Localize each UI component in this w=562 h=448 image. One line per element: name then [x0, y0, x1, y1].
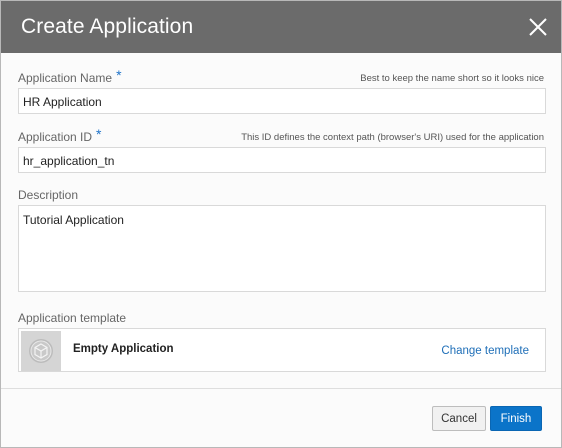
app-name-input[interactable]: HR Application [18, 88, 546, 114]
template-thumbnail [21, 331, 61, 371]
dialog-title: Create Application [21, 15, 194, 38]
required-mark: * [96, 126, 102, 142]
app-id-hint: This ID defines the context path (browse… [241, 132, 544, 143]
template-label: Application template [18, 311, 127, 325]
template-name: Empty Application [73, 343, 174, 355]
description-textarea[interactable]: Tutorial Application [18, 205, 546, 292]
change-template-link[interactable]: Change template [441, 345, 529, 357]
required-mark: * [116, 67, 122, 83]
close-icon[interactable] [526, 15, 550, 39]
app-id-input[interactable]: hr_application_tn [18, 147, 546, 173]
cube-icon [29, 339, 53, 363]
template-card: Empty Application Change template [18, 328, 546, 372]
app-name-label-text: Application Name [18, 71, 113, 85]
dialog-header: Create Application [1, 1, 561, 53]
finish-button[interactable]: Finish [490, 406, 542, 431]
app-name-hint: Best to keep the name short so it looks … [360, 73, 544, 84]
footer-divider [1, 388, 561, 389]
app-id-label: Application ID * [18, 126, 102, 144]
description-label: Description [18, 188, 79, 202]
app-id-label-text: Application ID [18, 130, 93, 144]
cancel-button[interactable]: Cancel [432, 406, 486, 431]
app-name-label: Application Name * [18, 67, 122, 85]
create-application-dialog: Create Application Application Name * Bes… [0, 0, 562, 448]
